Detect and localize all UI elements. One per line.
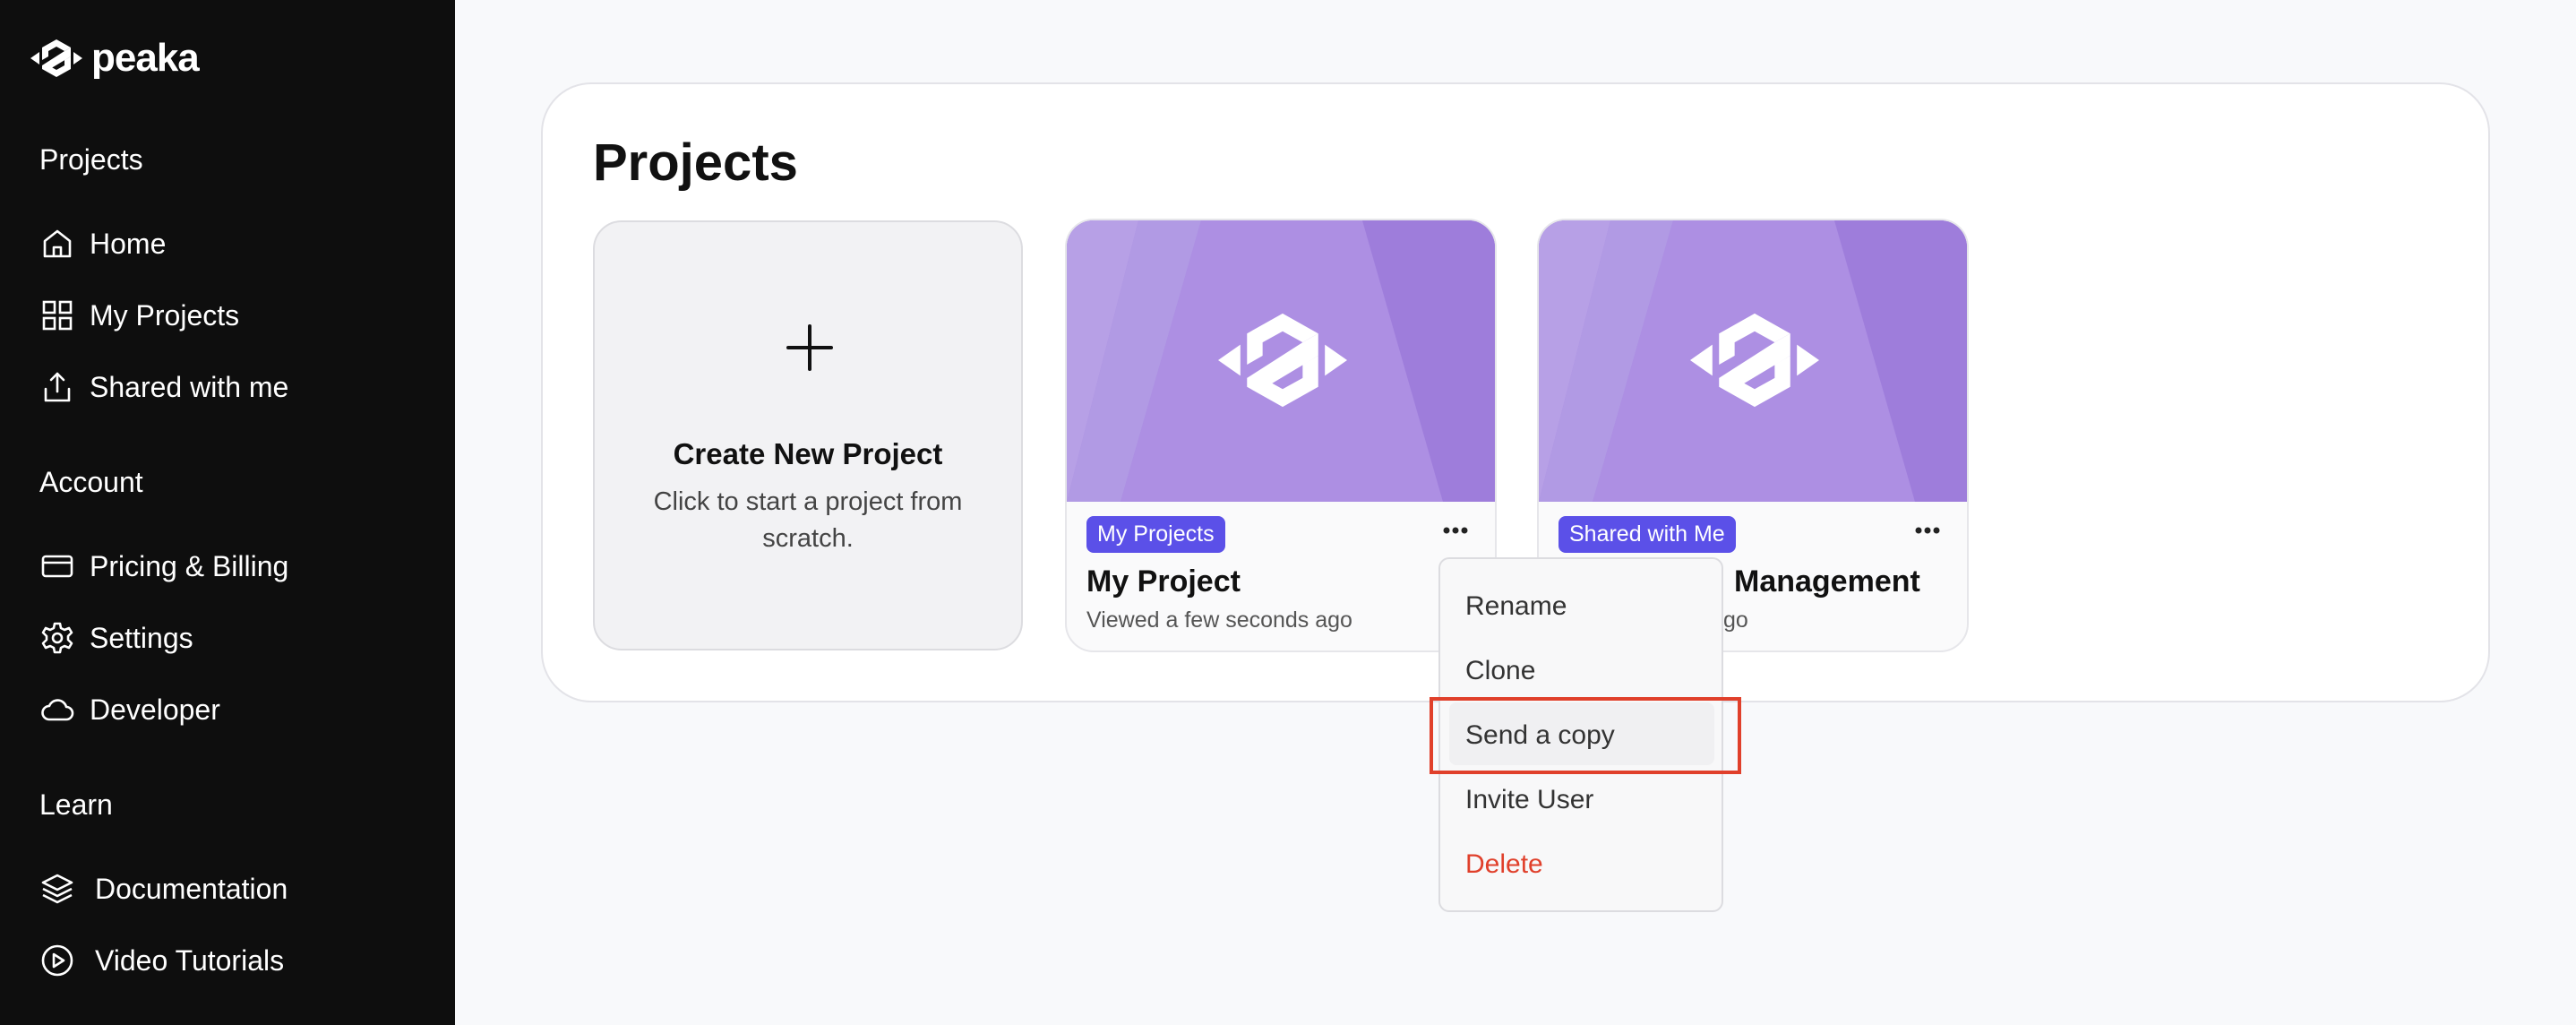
project-last-viewed: Viewed a few seconds ago bbox=[1086, 607, 1352, 633]
sidebar-item-label: My Projects bbox=[90, 298, 240, 332]
brand-name: peaka bbox=[91, 36, 200, 80]
create-new-project-card[interactable]: Create New Project Click to start a proj… bbox=[593, 220, 1023, 650]
sidebar-item-documentation[interactable]: Documentation bbox=[39, 871, 288, 907]
ellipsis-icon bbox=[1915, 527, 1940, 534]
peaka-logo[interactable]: peaka bbox=[29, 36, 200, 81]
gear-icon bbox=[41, 622, 73, 654]
sidebar-item-label: Shared with me bbox=[90, 370, 289, 403]
peaka-logo-icon bbox=[30, 39, 82, 77]
sidebar: peaka Projects Home My Projects Shared w… bbox=[0, 0, 455, 1025]
sidebar-item-pricing-billing[interactable]: Pricing & Billing bbox=[39, 548, 288, 584]
sidebar-item-label: Documentation bbox=[95, 872, 288, 905]
sidebar-item-shared-with-me[interactable]: Shared with me bbox=[39, 369, 288, 405]
sidebar-item-my-projects[interactable]: My Projects bbox=[39, 297, 239, 333]
section-title-learn: Learn bbox=[39, 788, 113, 821]
home-icon bbox=[43, 229, 72, 258]
annotation-highlight-box bbox=[1430, 697, 1741, 774]
project-name: My Project bbox=[1086, 564, 1241, 599]
sidebar-item-developer[interactable]: Developer bbox=[39, 692, 220, 728]
sidebar-item-home[interactable]: Home bbox=[39, 226, 166, 262]
menu-item-rename[interactable]: Rename bbox=[1465, 591, 1567, 622]
sidebar-item-label: Developer bbox=[90, 693, 220, 726]
project-badge: My Projects bbox=[1086, 516, 1225, 553]
create-card-description: Click to start a project from scratch. bbox=[653, 487, 963, 553]
page-title: Projects bbox=[593, 134, 798, 192]
sidebar-item-label: Video Tutorials bbox=[95, 943, 285, 977]
peaka-mark-icon bbox=[1217, 313, 1348, 408]
cloud-icon bbox=[41, 699, 74, 721]
section-title-projects: Projects bbox=[39, 143, 143, 176]
project-thumbnail bbox=[1539, 220, 1967, 502]
layers-icon bbox=[41, 874, 73, 904]
section-title-account: Account bbox=[39, 466, 143, 498]
share-icon bbox=[44, 372, 71, 402]
sidebar-item-video-tutorials[interactable]: Video Tutorials bbox=[39, 943, 284, 978]
ellipsis-icon bbox=[1443, 527, 1468, 534]
sidebar-item-label: Settings bbox=[90, 621, 193, 654]
project-last-viewed: go bbox=[1723, 607, 1748, 633]
credit-card-icon bbox=[41, 555, 73, 578]
plus-icon bbox=[786, 324, 833, 371]
create-card-title: Create New Project bbox=[673, 437, 943, 470]
menu-item-delete[interactable]: Delete bbox=[1465, 849, 1543, 880]
sidebar-item-label: Pricing & Billing bbox=[90, 549, 289, 582]
grid-icon bbox=[42, 300, 73, 331]
menu-item-clone[interactable]: Clone bbox=[1465, 656, 1535, 686]
peaka-mark-icon bbox=[1689, 313, 1820, 408]
project-thumbnail bbox=[1067, 220, 1495, 502]
project-badge: Shared with Me bbox=[1558, 516, 1736, 553]
more-options-button[interactable] bbox=[1436, 512, 1475, 548]
sidebar-item-label: Home bbox=[90, 227, 167, 260]
project-name: Management bbox=[1734, 564, 1920, 599]
play-circle-icon bbox=[41, 944, 73, 977]
more-options-button[interactable] bbox=[1908, 512, 1947, 548]
project-card[interactable]: My Projects My Project Viewed a few seco… bbox=[1065, 219, 1497, 652]
sidebar-item-settings[interactable]: Settings bbox=[39, 620, 193, 656]
menu-item-invite-user[interactable]: Invite User bbox=[1465, 785, 1593, 815]
